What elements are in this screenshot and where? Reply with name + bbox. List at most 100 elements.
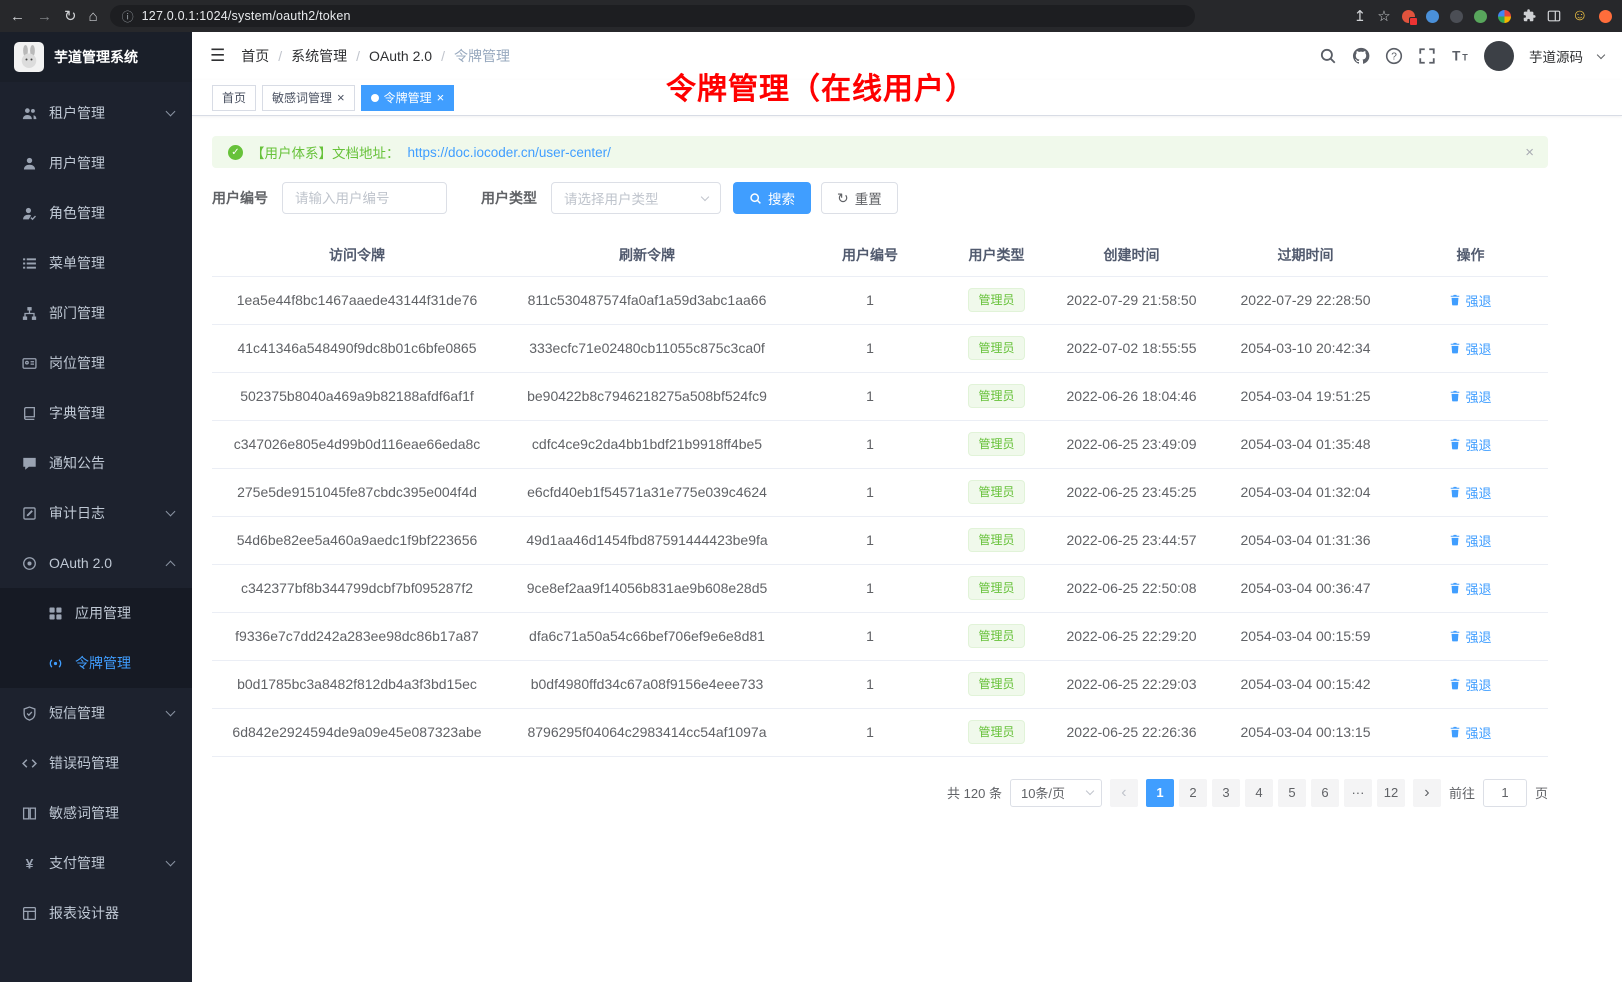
sidebar-item-pay[interactable]: ¥支付管理 — [0, 838, 192, 888]
close-icon[interactable]: × — [437, 91, 445, 104]
breadcrumb-item-oauth2[interactable]: OAuth 2.0 — [369, 48, 432, 64]
chevron-down-icon[interactable] — [1597, 50, 1605, 58]
share-icon[interactable]: ↥ — [1354, 9, 1367, 24]
extension-icon[interactable] — [1474, 10, 1487, 23]
tab-token[interactable]: 令牌管理 × — [361, 85, 455, 111]
user-type-badge: 管理员 — [968, 672, 1024, 696]
table-row: 502375b8040a469a9b82188afdf6af1fbe90422b… — [212, 372, 1548, 420]
page-button-3[interactable]: 3 — [1212, 779, 1240, 807]
sidebar-item-user[interactable]: 用户管理 — [0, 138, 192, 188]
back-icon[interactable]: ← — [10, 9, 25, 24]
prev-page-button[interactable]: ‹ — [1110, 779, 1138, 807]
sidebar-item-audit-log[interactable]: 审计日志 — [0, 488, 192, 538]
page-more-button[interactable]: ··· — [1344, 779, 1372, 807]
create-time-cell: 2022-06-25 22:26:36 — [1045, 708, 1218, 756]
alert-close-icon[interactable]: × — [1525, 144, 1534, 161]
home-icon[interactable]: ⌂ — [89, 9, 98, 24]
sidebar-item-label: 应用管理 — [75, 603, 131, 623]
force-logout-button[interactable]: 强退 — [1449, 675, 1491, 694]
bookmark-star-icon[interactable]: ☆ — [1377, 9, 1390, 24]
extension-icon[interactable] — [1450, 10, 1463, 23]
sidebar-item-oauth2-token[interactable]: 令牌管理 — [0, 638, 192, 688]
extensions-puzzle-icon[interactable] — [1522, 9, 1536, 23]
goto-suffix: 页 — [1535, 783, 1548, 802]
force-logout-button[interactable]: 强退 — [1449, 339, 1491, 358]
sidebar-item-oauth2[interactable]: OAuth 2.0 — [0, 538, 192, 588]
extension-icon[interactable] — [1426, 10, 1439, 23]
sidebar-item-label: 字典管理 — [49, 403, 105, 423]
sidebar-item-tenant[interactable]: 租户管理 — [0, 88, 192, 138]
sidebar-item-dict[interactable]: 字典管理 — [0, 388, 192, 438]
errorcode-icon — [22, 756, 37, 771]
address-bar[interactable]: ⓘ 127.0.0.1:1024/system/oauth2/token — [110, 5, 1195, 27]
app-logo[interactable]: 芋道管理系统 — [0, 32, 192, 82]
force-logout-button[interactable]: 强退 — [1449, 291, 1491, 310]
force-logout-button[interactable]: 强退 — [1449, 483, 1491, 502]
force-logout-button[interactable]: 强退 — [1449, 387, 1491, 406]
sidebar-item-post[interactable]: 岗位管理 — [0, 338, 192, 388]
sidebar-item-sms[interactable]: 短信管理 — [0, 688, 192, 738]
sidebar-item-label: 用户管理 — [49, 153, 105, 173]
create-time-cell: 2022-06-25 23:45:25 — [1045, 468, 1218, 516]
breadcrumb-item-home[interactable]: 首页 — [241, 46, 269, 66]
table-row: 41c41346a548490f9dc8b01c6bfe0865333ecfc7… — [212, 324, 1548, 372]
tab-home[interactable]: 首页 — [212, 85, 256, 111]
breadcrumb-item-system[interactable]: 系统管理 — [291, 46, 347, 66]
delete-icon — [1449, 486, 1461, 498]
sidebar-item-report-designer[interactable]: 报表设计器 — [0, 888, 192, 938]
user-type-badge: 管理员 — [968, 624, 1024, 648]
search-icon[interactable] — [1319, 47, 1337, 65]
sidebar-item-oauth2-app[interactable]: 应用管理 — [0, 588, 192, 638]
sidebar-item-label: 报表设计器 — [49, 903, 119, 923]
user-type-select[interactable]: 请选择用户类型 — [551, 182, 721, 214]
page-button-12[interactable]: 12 — [1377, 779, 1405, 807]
reset-button[interactable]: ↻ 重置 — [821, 182, 898, 214]
expire-time-cell: 2054-03-04 01:31:36 — [1218, 516, 1393, 564]
force-logout-button[interactable]: 强退 — [1449, 435, 1491, 454]
sidebar-item-sensitive-word[interactable]: 敏感词管理 — [0, 788, 192, 838]
forward-icon[interactable]: → — [37, 9, 52, 24]
profile-avatar-icon[interactable]: ☺ — [1572, 7, 1588, 25]
extension-icon[interactable] — [1498, 10, 1511, 23]
tab-label: 令牌管理 — [384, 89, 432, 106]
page-button-2[interactable]: 2 — [1179, 779, 1207, 807]
force-logout-button[interactable]: 强退 — [1449, 627, 1491, 646]
page-button-1[interactable]: 1 — [1146, 779, 1174, 807]
force-logout-button[interactable]: 强退 — [1449, 723, 1491, 742]
sidebar-item-menu[interactable]: 菜单管理 — [0, 238, 192, 288]
expire-time-cell: 2054-03-04 19:51:25 — [1218, 372, 1393, 420]
table-row: 275e5de9151045fe87cbdc395e004f4de6cfd40e… — [212, 468, 1548, 516]
sidebar-item-role[interactable]: 角色管理 — [0, 188, 192, 238]
sidebar-toggle-icon[interactable]: ☰ — [210, 46, 225, 66]
access-token-cell: 1ea5e44f8bc1467aaede43144f31de76 — [212, 276, 502, 324]
user-id-cell: 1 — [792, 276, 948, 324]
extension-icon[interactable] — [1402, 10, 1415, 23]
doc-alert: ✓ 【用户体系】文档地址： https://doc.iocoder.cn/use… — [212, 136, 1548, 168]
force-logout-button[interactable]: 强退 — [1449, 579, 1491, 598]
tab-sensitive-word[interactable]: 敏感词管理 × — [262, 85, 355, 111]
user-id-input[interactable] — [282, 182, 447, 214]
sidebar-item-dept[interactable]: 部门管理 — [0, 288, 192, 338]
search-button[interactable]: 搜索 — [733, 182, 811, 214]
sidebar-item-notice[interactable]: 通知公告 — [0, 438, 192, 488]
create-time-cell: 2022-06-25 22:29:20 — [1045, 612, 1218, 660]
github-icon[interactable] — [1352, 47, 1370, 65]
page-button-4[interactable]: 4 — [1245, 779, 1273, 807]
info-icon[interactable]: ⓘ — [122, 8, 134, 25]
user-name[interactable]: 芋道源码 — [1529, 46, 1583, 66]
force-logout-button[interactable]: 强退 — [1449, 531, 1491, 550]
user-avatar[interactable] — [1484, 41, 1514, 71]
font-size-icon[interactable]: TT — [1451, 47, 1469, 65]
next-page-button[interactable]: › — [1413, 779, 1441, 807]
page-button-6[interactable]: 6 — [1311, 779, 1339, 807]
split-screen-icon[interactable] — [1547, 9, 1561, 23]
help-icon[interactable]: ? — [1385, 47, 1403, 65]
page-button-5[interactable]: 5 — [1278, 779, 1306, 807]
reload-icon[interactable]: ↻ — [64, 9, 77, 24]
goto-page-input[interactable] — [1483, 779, 1527, 807]
doc-link[interactable]: https://doc.iocoder.cn/user-center/ — [408, 145, 611, 160]
fullscreen-icon[interactable] — [1418, 47, 1436, 65]
sidebar-item-error-code[interactable]: 错误码管理 — [0, 738, 192, 788]
close-icon[interactable]: × — [337, 91, 345, 104]
page-size-select[interactable]: 10条/页 — [1010, 779, 1102, 807]
